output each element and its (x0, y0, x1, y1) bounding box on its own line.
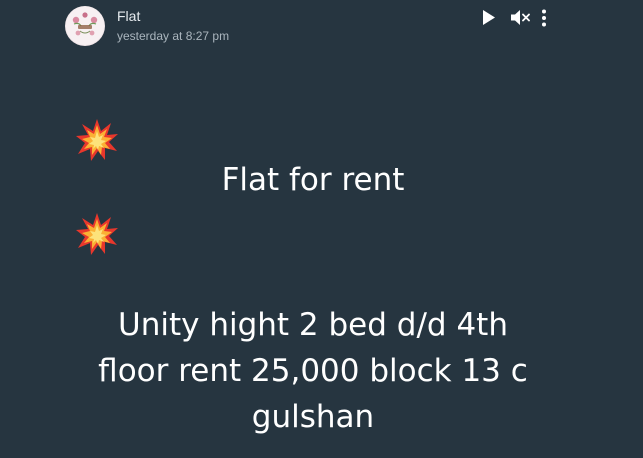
post-timestamp[interactable]: yesterday at 8:27 pm (117, 29, 229, 43)
post-body-line: gulshan (251, 399, 375, 435)
avatar-logo-icon (66, 7, 104, 45)
post-header: Flat yesterday at 8:27 pm (0, 0, 643, 60)
avatar[interactable] (65, 6, 105, 46)
collision-emoji-icon (75, 118, 119, 162)
post-body-line: floor rent 25,000 block 13 c (98, 353, 528, 389)
more-options-button[interactable] (541, 9, 547, 27)
play-icon (483, 10, 495, 25)
post-body-line: Unity hight 2 bed d/d 4th (118, 307, 508, 343)
post-author[interactable]: Flat (117, 8, 140, 24)
collision-emoji-icon (75, 212, 119, 256)
more-vertical-icon (542, 9, 546, 27)
mute-icon (511, 10, 530, 25)
post-headline: Flat for rent (221, 162, 405, 198)
play-button[interactable] (482, 9, 496, 26)
post-body: Unity hight 2 bed d/d 4th floor rent 25,… (60, 302, 566, 440)
mute-button[interactable] (510, 9, 530, 26)
